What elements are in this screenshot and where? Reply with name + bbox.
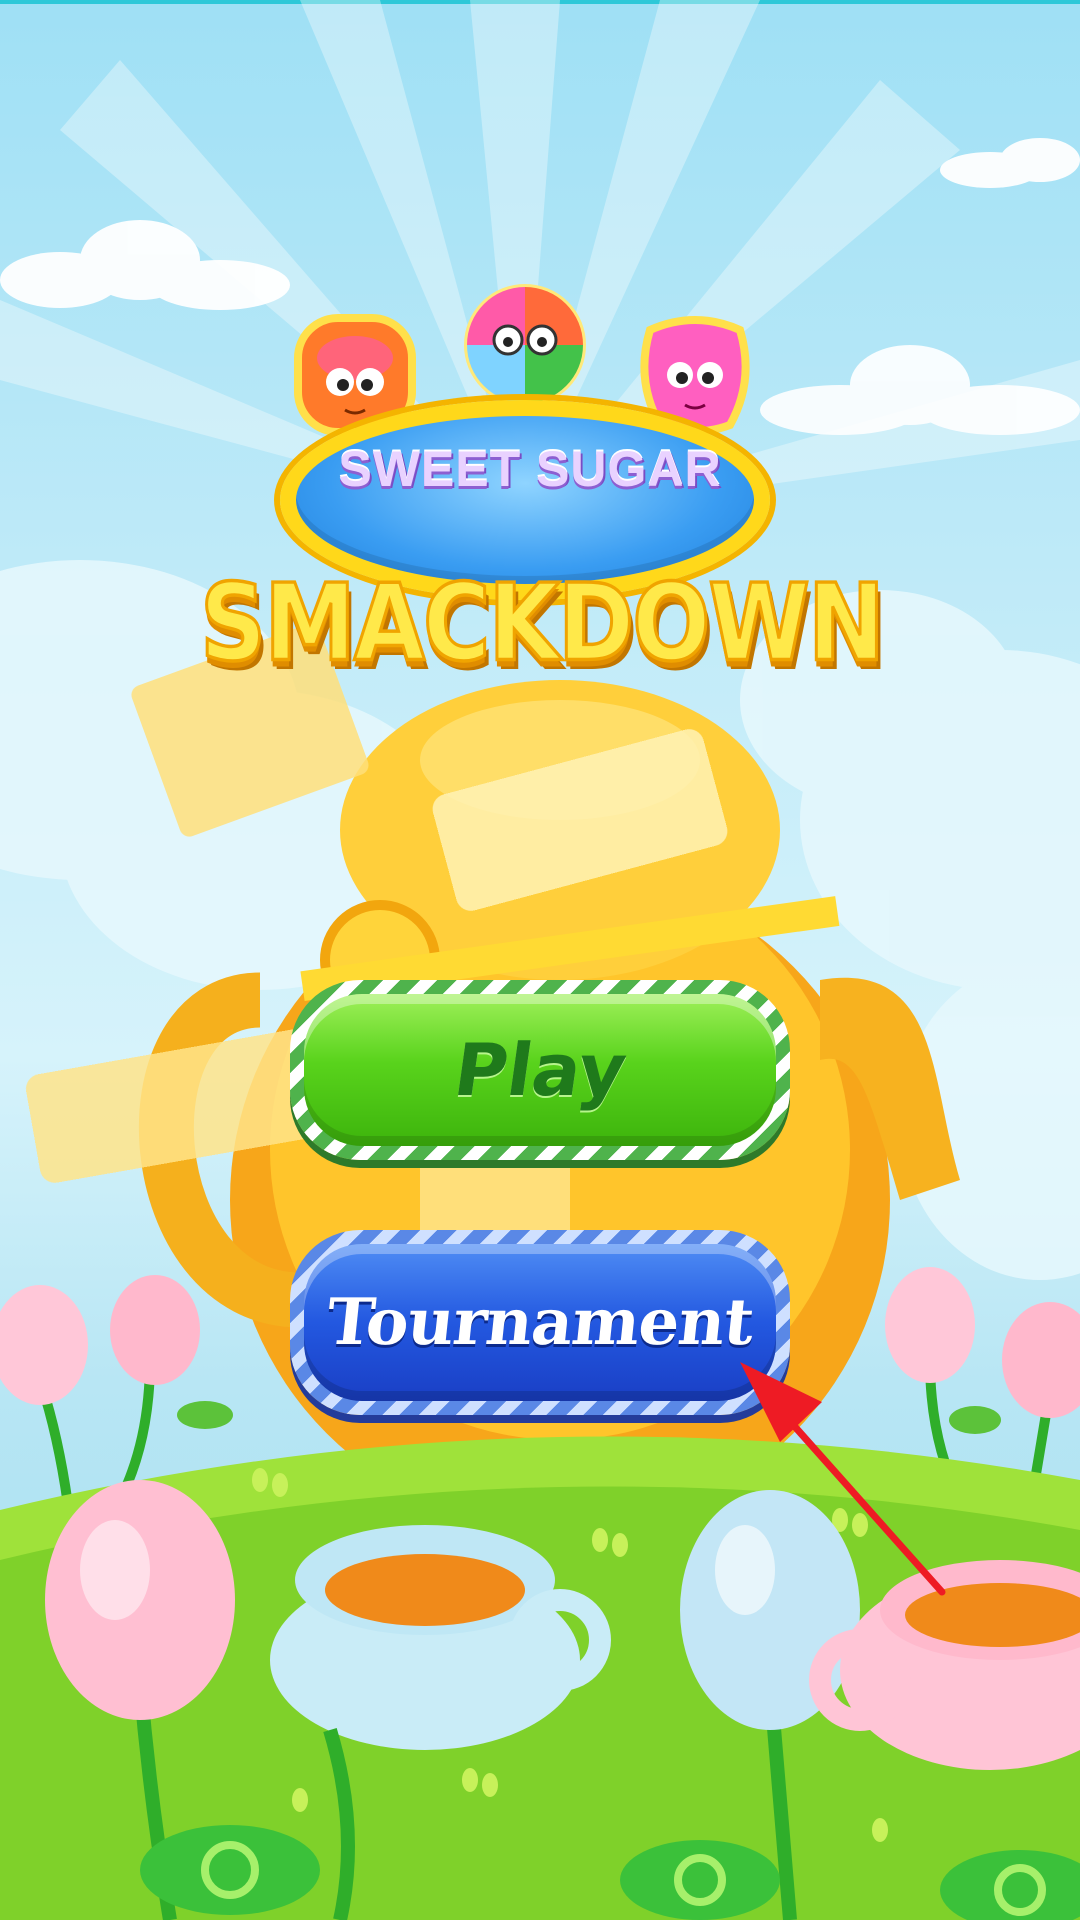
game-menu-screen: SWEET SUGAR SMACKDOWN Play Tournament bbox=[0, 0, 1080, 1920]
annotation-arrow-icon bbox=[740, 1362, 946, 1596]
